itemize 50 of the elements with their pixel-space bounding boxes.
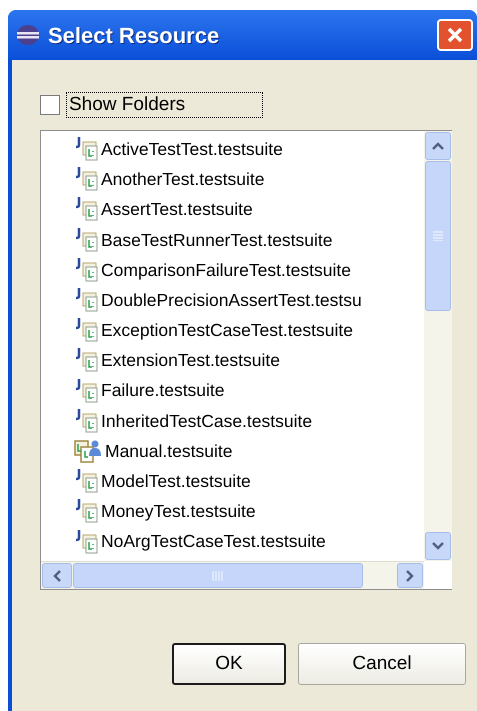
vertical-scrollbar[interactable] <box>424 131 452 561</box>
grip-icon <box>433 231 443 241</box>
test-file-icon <box>74 347 98 374</box>
test-file-icon <box>74 166 98 192</box>
ok-button[interactable]: OK <box>172 643 286 685</box>
file-name[interactable]: ComparisonFailureTest.testsuite <box>101 256 351 283</box>
file-name[interactable]: Failure.testsuite <box>101 377 225 404</box>
test-file-icon <box>74 498 98 524</box>
file-name[interactable]: AssertTest.testsuite <box>101 196 253 223</box>
file-name[interactable]: ActiveTestTest.testsuite <box>101 136 283 162</box>
file-name[interactable]: BaseTestRunnerTest.testsuite <box>101 226 333 253</box>
horizontal-scrollbar[interactable] <box>41 561 424 589</box>
close-button[interactable] <box>437 19 473 51</box>
file-name[interactable]: NoArgTestCaseTest.testsuite <box>101 528 326 555</box>
caret-up-icon <box>432 142 444 150</box>
scroll-thumb[interactable] <box>425 161 451 311</box>
file-name[interactable]: InheritedTestCase.testsuite <box>101 408 312 434</box>
grip-icon <box>212 570 224 580</box>
test-file-icon <box>74 226 98 253</box>
sphere-icon <box>16 24 40 46</box>
caret-down-icon <box>432 542 444 550</box>
checkbox-label[interactable]: Show Folders <box>66 92 263 118</box>
test-file-icon <box>74 408 98 434</box>
scroll-left-button[interactable] <box>42 563 72 588</box>
test-file-icon <box>74 528 98 555</box>
test-file-icon <box>74 378 98 404</box>
file-name[interactable]: ExtensionTest.testsuite <box>101 347 280 374</box>
test-file-icon <box>74 136 98 162</box>
test-file-icon <box>74 468 98 494</box>
file-name[interactable]: DoublePrecisionAssertTest.testsu <box>101 286 362 314</box>
file-name[interactable]: ExceptionTestCaseTest.testsuite <box>101 317 353 344</box>
file-name[interactable]: AnotherTest.testsuite <box>101 166 264 192</box>
caret-right-icon <box>406 570 414 582</box>
test-file-icon <box>74 287 98 314</box>
file-name[interactable]: Manual.testsuite <box>105 438 232 464</box>
scroll-down-button[interactable] <box>425 532 451 560</box>
manual-test-icon <box>74 438 102 464</box>
checkbox[interactable] <box>40 95 60 115</box>
scroll-thumb[interactable] <box>73 563 363 588</box>
file-name[interactable]: ModelTest.testsuite <box>101 468 251 494</box>
scroll-up-button[interactable] <box>425 132 451 160</box>
caret-left-icon <box>53 570 61 582</box>
cancel-button[interactable]: Cancel <box>298 643 466 685</box>
file-name[interactable]: MoneyTest.testsuite <box>101 498 256 524</box>
test-file-icon <box>74 196 98 222</box>
close-icon <box>446 26 464 44</box>
window-title: Select Resource <box>48 22 220 50</box>
scroll-right-button[interactable] <box>397 563 423 588</box>
test-file-icon <box>74 317 98 344</box>
test-file-icon <box>74 256 98 283</box>
